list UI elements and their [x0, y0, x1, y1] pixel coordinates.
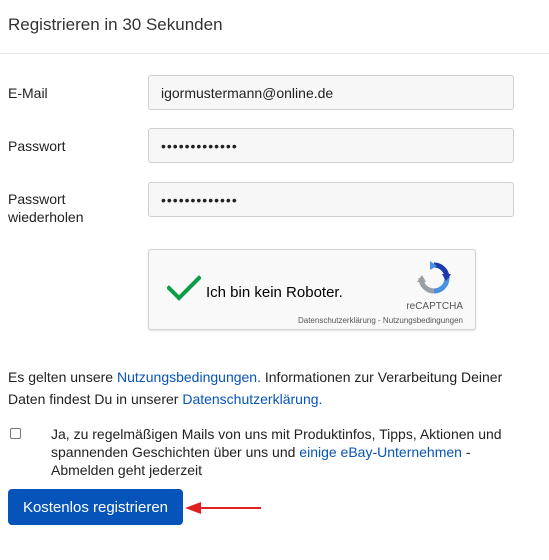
ebay-companies-link[interactable]: einige eBay-Unternehmen [299, 444, 462, 460]
header-divider [0, 53, 549, 54]
password-repeat-label-line1: Passwort [8, 191, 66, 207]
password-repeat-label: Passwort wiederholen [8, 190, 84, 226]
password-repeat-label-line2: wiederholen [8, 209, 84, 225]
terms-text-part1: Es gelten unsere [8, 369, 117, 385]
password-repeat-field[interactable] [148, 182, 514, 217]
newsletter-text: Ja, zu regelmäßigen Mails von uns mit Pr… [51, 425, 521, 479]
recaptcha-logo-icon [417, 261, 451, 300]
password-label: Passwort [8, 138, 66, 154]
email-label: E-Mail [8, 85, 48, 101]
recaptcha-privacy-link[interactable]: Datenschutzerklärung [298, 316, 376, 325]
recaptcha-brand: reCAPTCHA [406, 301, 463, 312]
email-field[interactable] [148, 75, 514, 110]
checkmark-icon[interactable] [166, 275, 202, 306]
privacy-policy-link[interactable]: Datenschutzerklärung. [182, 391, 322, 407]
recaptcha-terms-link[interactable]: Nutzungsbedingungen [383, 316, 463, 325]
terms-text: Es gelten unsere Nutzungsbedingungen. In… [8, 366, 538, 410]
recaptcha-links: Datenschutzerklärung - Nutzungsbedingung… [298, 316, 463, 325]
newsletter-checkbox[interactable] [10, 428, 21, 439]
password-field[interactable] [148, 128, 514, 163]
recaptcha-link-separator: - [375, 316, 383, 325]
red-arrow-icon [185, 500, 263, 521]
recaptcha-widget: Ich bin kein Roboter. reCAPTCHA Datensch… [148, 249, 476, 330]
terms-of-use-link[interactable]: Nutzungsbedingungen. [117, 369, 261, 385]
page-title: Registrieren in 30 Sekunden [8, 15, 223, 34]
recaptcha-label: Ich bin kein Roboter. [206, 284, 343, 301]
register-button[interactable]: Kostenlos registrieren [8, 489, 183, 525]
